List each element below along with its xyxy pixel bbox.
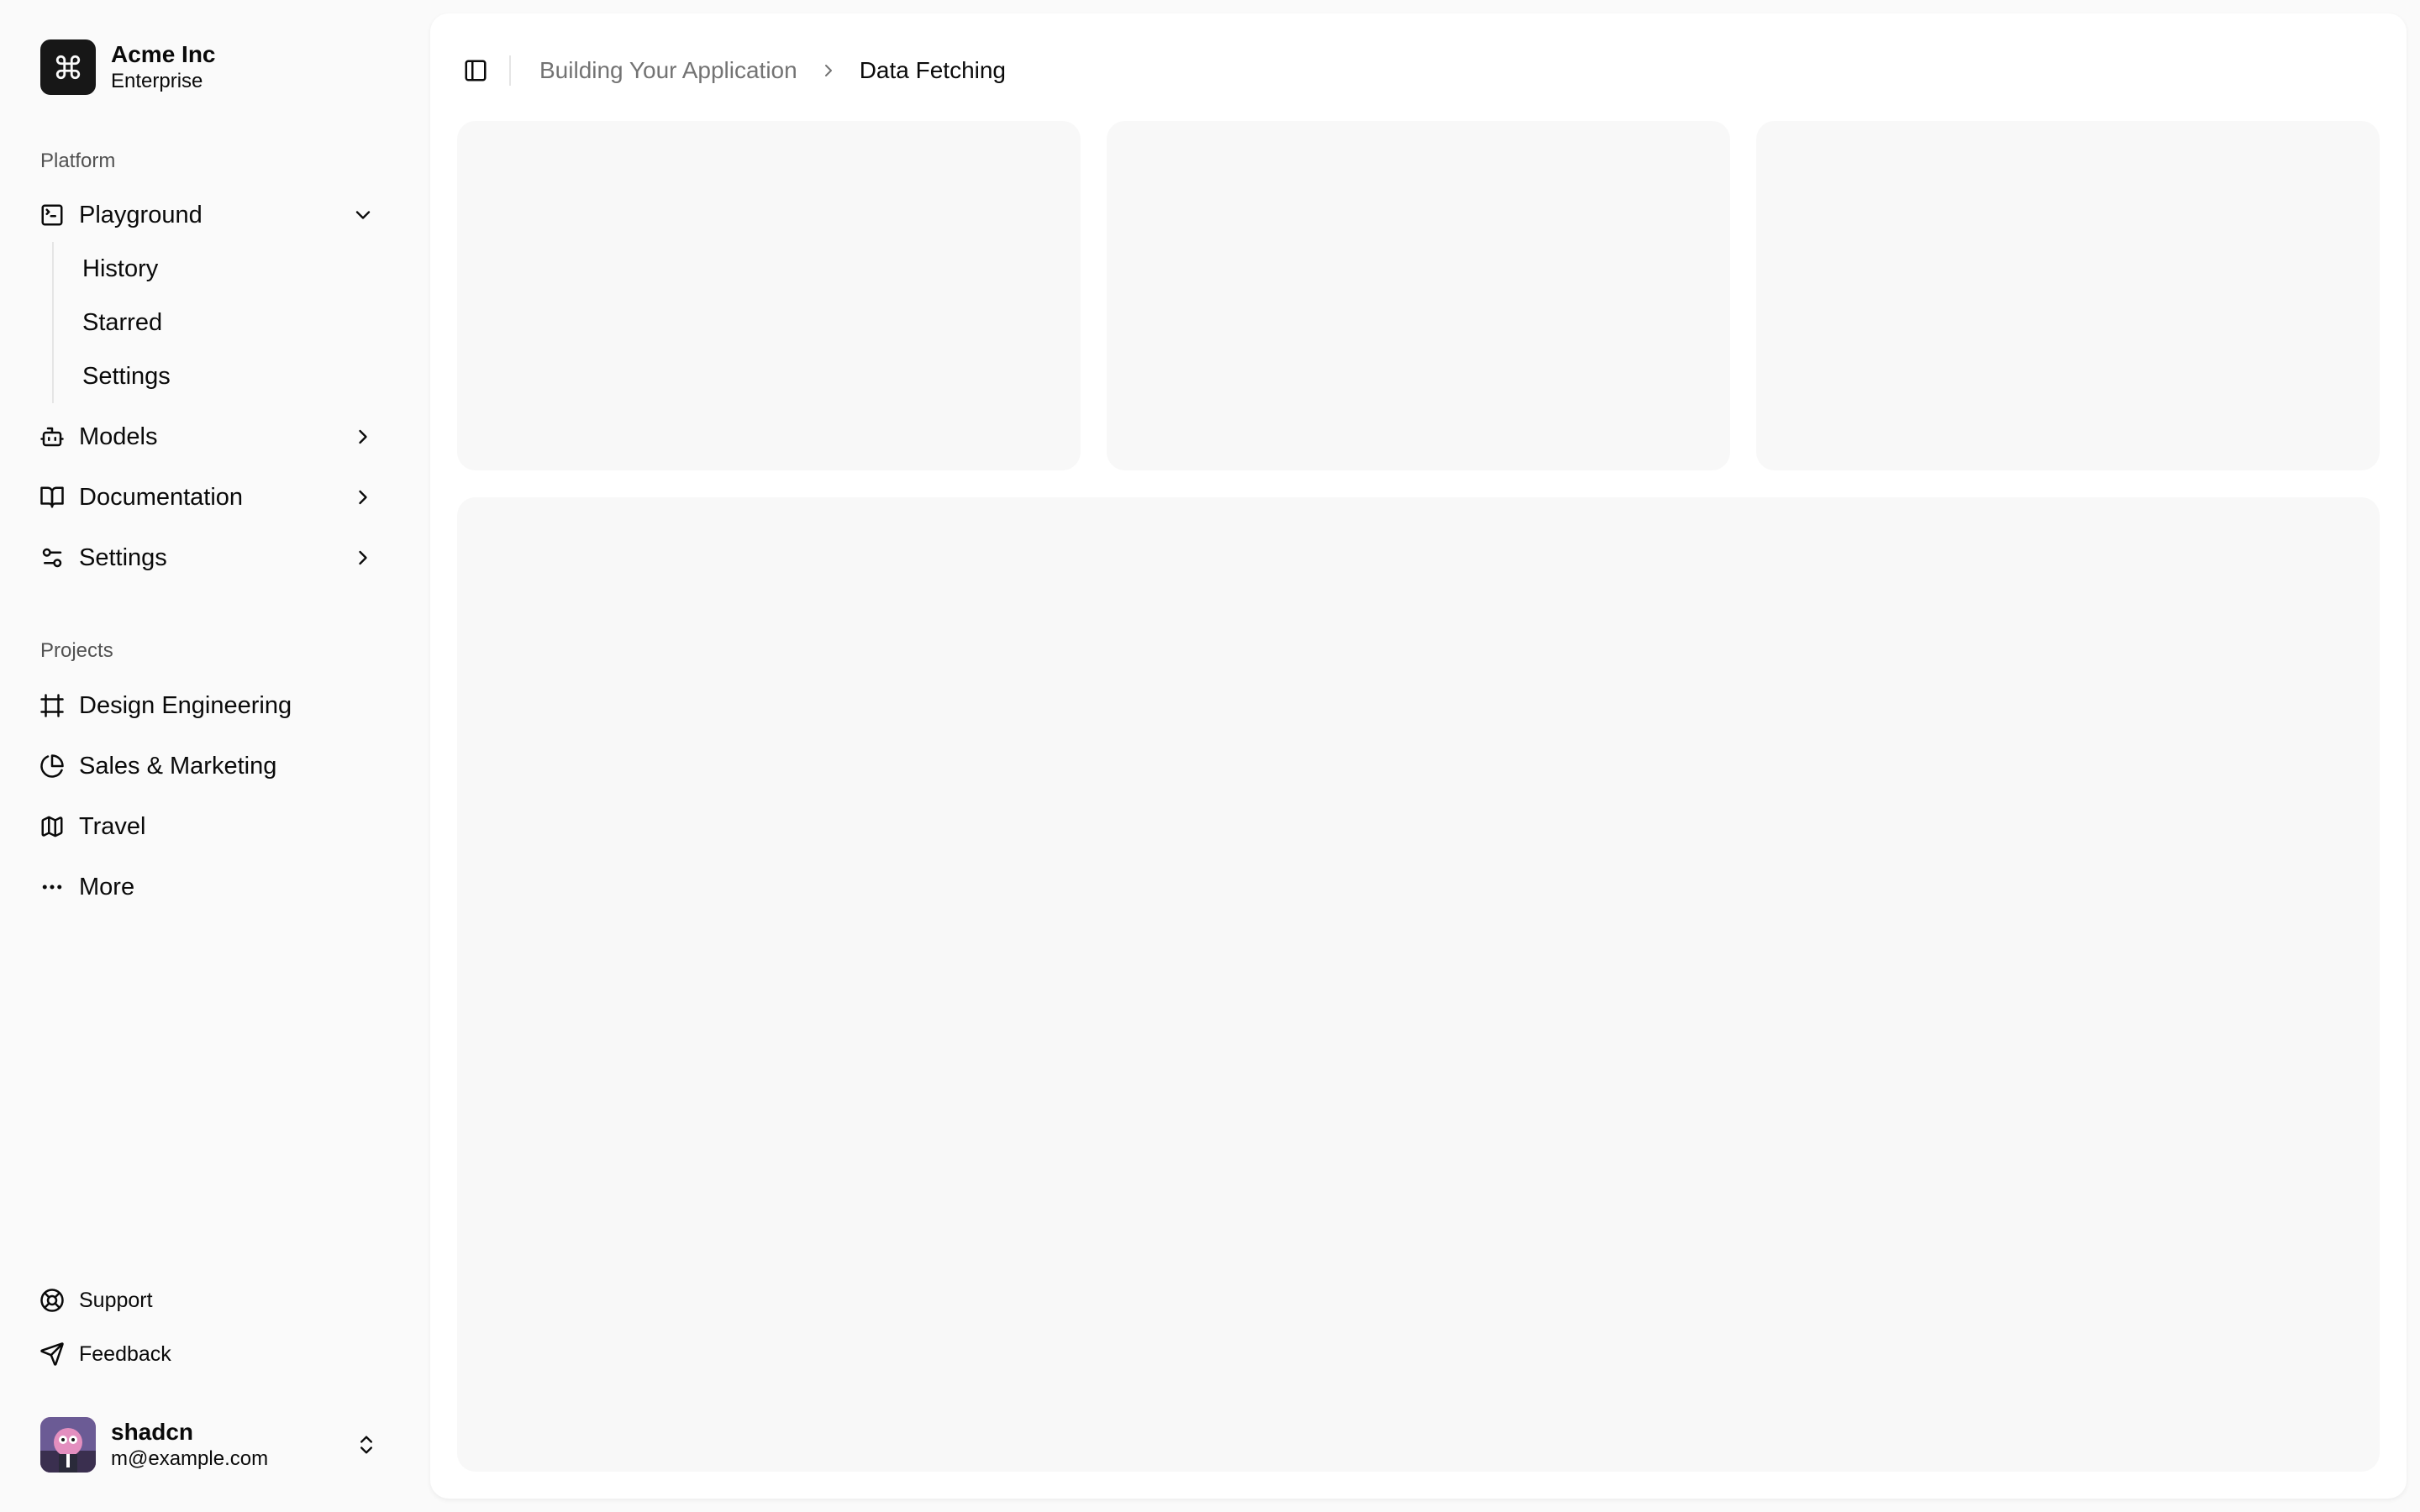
sidebar-item-label: Feedback (79, 1341, 171, 1366)
main-header: Building Your Application Data Fetching (430, 13, 2407, 121)
team-switcher[interactable]: Acme Inc Enterprise (25, 25, 405, 109)
submenu-guide-line (52, 242, 54, 403)
project-item-label: Travel (79, 812, 146, 840)
chevron-down-icon (350, 202, 376, 228)
team-text: Acme Inc Enterprise (111, 40, 216, 94)
placeholder-card (457, 121, 1081, 470)
bot-icon (39, 423, 66, 450)
sidebar-item-playground[interactable]: Playground (25, 188, 405, 242)
life-buoy-icon (39, 1287, 66, 1314)
project-item-design-engineering[interactable]: Design Engineering (25, 679, 405, 732)
app-shell: Acme Inc Enterprise Platform Playground … (0, 0, 2420, 1512)
user-email: m@example.com (111, 1447, 269, 1470)
placeholder-card (1756, 121, 2380, 470)
sidebar: Acme Inc Enterprise Platform Playground … (0, 0, 430, 1512)
chevrons-up-down-icon (353, 1431, 380, 1458)
more-horizontal-icon (39, 874, 66, 900)
header-divider (509, 55, 511, 86)
sidebar-item-label: Settings (79, 543, 167, 571)
submenu-item-starred[interactable]: Starred (66, 298, 402, 347)
pie-chart-icon (39, 753, 66, 780)
projects-group-label: Projects (40, 639, 113, 662)
user-text: shadcn m@example.com (111, 1418, 268, 1472)
sidebar-item-label: Playground (79, 201, 203, 228)
panel-left-icon (463, 58, 488, 83)
project-item-sales-marketing[interactable]: Sales & Marketing (25, 739, 405, 793)
submenu-item-history[interactable]: History (66, 244, 402, 293)
sidebar-item-settings[interactable]: Settings (25, 531, 405, 585)
platform-group-label: Platform (40, 150, 116, 172)
submenu-item-settings[interactable]: Settings (66, 352, 402, 401)
sidebar-item-label: Models (79, 423, 158, 450)
book-open-icon (39, 484, 66, 511)
breadcrumb-page: Data Fetching (859, 57, 1007, 83)
map-icon (39, 813, 66, 840)
terminal-square-icon (39, 202, 66, 228)
project-item-label: Design Engineering (79, 691, 292, 719)
user-menu[interactable]: shadcn m@example.com (25, 1403, 405, 1487)
sidebar-item-label: Documentation (79, 483, 244, 511)
chevron-right-icon (350, 423, 376, 450)
frame-icon (39, 692, 66, 719)
project-item-label: More (79, 873, 135, 900)
main-panel: Building Your Application Data Fetching (430, 13, 2407, 1499)
project-item-label: Sales & Marketing (79, 752, 277, 780)
command-icon (40, 39, 96, 95)
placeholder-content-area (457, 497, 2380, 1472)
sidebar-item-feedback[interactable]: Feedback (25, 1331, 405, 1378)
sidebar-toggle-button[interactable] (459, 54, 492, 87)
project-item-more[interactable]: More (25, 860, 405, 914)
chevron-right-icon (816, 58, 841, 83)
sidebar-item-documentation[interactable]: Documentation (25, 470, 405, 524)
settings-sliders-icon (39, 544, 66, 571)
sidebar-item-models[interactable]: Models (25, 410, 405, 464)
send-icon (39, 1341, 66, 1368)
team-name: Acme Inc (111, 41, 216, 67)
breadcrumb: Building Your Application Data Fetching (539, 55, 1006, 86)
placeholder-card (1107, 121, 1730, 470)
user-name: shadcn (111, 1419, 194, 1445)
sidebar-item-label: Support (79, 1288, 153, 1312)
sidebar-item-support[interactable]: Support (25, 1277, 405, 1324)
chevron-right-icon (350, 544, 376, 571)
project-item-travel[interactable]: Travel (25, 800, 405, 853)
team-plan: Enterprise (111, 70, 203, 92)
chevron-right-icon (350, 484, 376, 511)
breadcrumb-link[interactable]: Building Your Application (539, 55, 797, 86)
avatar (40, 1417, 96, 1473)
